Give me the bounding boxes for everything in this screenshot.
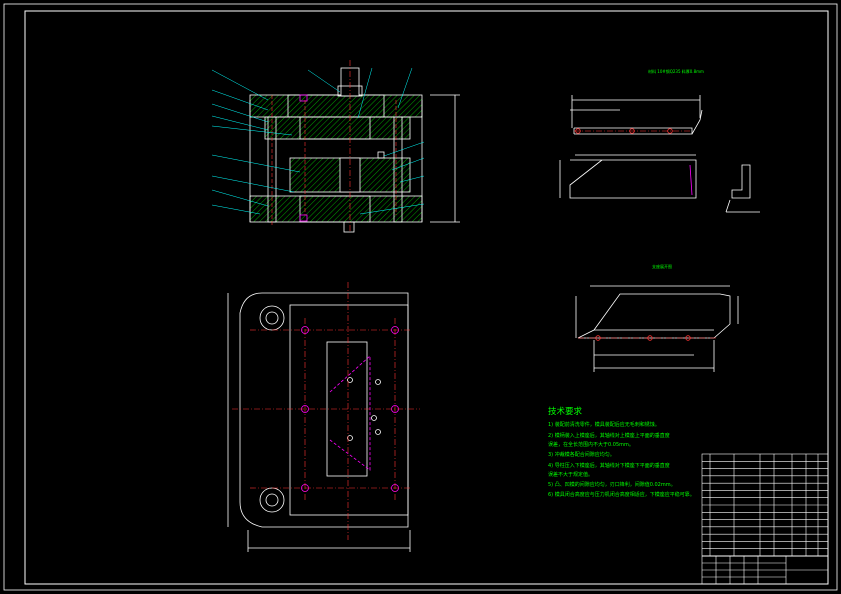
sheet-outer-border [3,3,838,591]
requirement-item: 误差不大于规定值。 [548,471,593,478]
requirement-item: 4) 导柱压入下模座后，其轴线对下模座下平面的垂直度 [548,462,670,469]
requirement-item: 5) 凸、凹模的间隙应均匀，刃口锋利，间隙值0.02mm。 [548,481,676,488]
requirement-item: 2) 模柄装入上模座后，其轴线对上模座上平面的垂直度 [548,432,670,439]
requirement-item: 误差，在全长范围内不大于0.05mm。 [548,441,634,448]
part-development-view [575,285,739,372]
part-view-title: 支座展开图 [652,263,672,269]
requirement-item: 6) 模具闭合高度应与压力机闭合高度相适应，下模座应平稳可靠。 [548,491,695,498]
technical-requirements: 技术要求 1) 装配前清洗零件，模具装配后应无毛刺和锈蚀。 2) 模柄装入上模座… [548,406,695,498]
assembly-section-view [211,60,460,233]
drawing-sheet: 材料 10#钢Q235 料厚0.8mm 支座展开图 技术要求 1) 装配前清洗零… [3,3,838,591]
requirement-item: 1) 装配前清洗零件，模具装配后应无毛刺和锈蚀。 [548,421,660,428]
sheet-inner-border [24,10,829,585]
blank-strip-view [559,95,760,213]
blank-view-title: 材料 10#钢Q235 料厚0.8mm [648,68,704,74]
requirement-item: 3) 冲裁模各配合间隙应均匀。 [548,451,615,458]
technical-requirements-title: 技术要求 [548,406,583,417]
parts-list-table [701,453,829,585]
die-plan-view [227,282,420,552]
